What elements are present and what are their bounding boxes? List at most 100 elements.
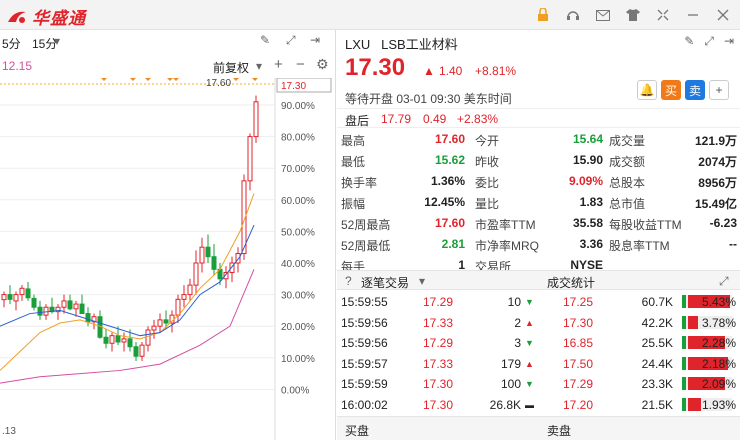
trade-volume: 26.8K <box>489 397 521 412</box>
stat-value: 15.49亿 <box>694 197 737 211</box>
candle-body <box>157 319 163 327</box>
settings-icon[interactable]: ⚙ <box>316 56 329 73</box>
candle-body <box>25 288 31 299</box>
tab-buy-side[interactable]: 买盘 <box>345 422 369 439</box>
pen-icon[interactable]: ✎ <box>684 34 694 49</box>
bottom-bar: 买盘 卖盘 <box>337 416 740 440</box>
event-marker <box>101 78 107 81</box>
stat-volume: 42.2K <box>641 315 673 330</box>
mail-icon[interactable] <box>594 6 612 24</box>
stat-value: -6.23 <box>709 216 737 230</box>
panel-toggle-icon[interactable]: ⇥ <box>310 33 320 47</box>
stat-price: 17.30 <box>563 315 594 330</box>
after-hours-price: 17.79 <box>381 112 412 126</box>
stat-volume: 23.3K <box>641 377 673 391</box>
candle-body <box>211 256 217 270</box>
stat-volume: 25.5K <box>641 336 673 350</box>
question-icon[interactable]: ? <box>345 274 352 288</box>
trade-row: 16:00:02 17.30 26.8K ▬ 17.20 21.5K 1.93% <box>337 395 740 416</box>
trade-time: 16:00:02 <box>341 397 388 412</box>
chevron-down-icon[interactable]: ▾ <box>419 274 425 288</box>
expand-icon[interactable]: ⤢ <box>719 274 729 289</box>
candle-body <box>37 306 43 316</box>
title-bar: 华盛通 <box>0 0 740 30</box>
candle-body <box>73 303 79 310</box>
trade-row: 15:59:56 17.29 3 ▼ 16.85 25.5K 2.28% <box>337 333 740 354</box>
trade-time: 15:59:56 <box>341 315 388 330</box>
panel-toggle-icon[interactable]: ⇥ <box>724 34 734 49</box>
trade-price: 17.29 <box>423 336 454 350</box>
stat-pct: 3.78% <box>701 315 736 330</box>
candle-body <box>127 338 133 348</box>
stat-price: 16.85 <box>563 336 594 350</box>
stat-label: 换手率 <box>341 176 378 190</box>
after-hours-change-pct: +2.83% <box>457 112 499 126</box>
candle-body <box>1 294 7 301</box>
zoom-out-icon[interactable]: − <box>296 56 305 73</box>
fullscreen-icon[interactable]: ⤢ <box>286 33 296 48</box>
stat-value: 1.83 <box>579 195 603 209</box>
stat-price: 17.50 <box>563 356 594 371</box>
stock-name: LSB工业材料 <box>381 37 458 52</box>
stat-label: 市净率MRQ <box>475 239 539 253</box>
lock-icon[interactable] <box>534 6 552 24</box>
down-arrow-icon: ▼ <box>525 297 534 307</box>
stat-label: 委比 <box>475 176 500 190</box>
up-arrow-icon: ▲ <box>525 317 534 328</box>
stat-label: 52周最高 <box>341 218 391 232</box>
stat-label: 股息率TTM <box>609 239 670 253</box>
stat-value: 35.58 <box>572 216 603 230</box>
fullscreen-icon[interactable]: ⤢ <box>704 34 714 49</box>
tab-sell-side[interactable]: 卖盘 <box>547 422 571 439</box>
pct-tick-label: 40.00% <box>281 259 315 270</box>
stat-price: 17.29 <box>563 377 594 391</box>
event-marker <box>145 78 151 81</box>
stat-label: 每股收益TTM <box>609 218 682 232</box>
candle-body <box>67 300 73 310</box>
chevron-down-icon[interactable]: ▾ <box>256 59 262 73</box>
stat-value: 3.36 <box>579 237 603 251</box>
candle-body <box>43 306 49 316</box>
up-arrow-icon: ▲ <box>423 64 435 78</box>
pen-icon[interactable]: ✎ <box>260 33 270 47</box>
pct-tick-label: 0.00% <box>281 385 309 396</box>
stat-label: 市盈率TTM <box>475 218 536 232</box>
stat-label: 今开 <box>475 134 500 148</box>
event-marker <box>130 78 136 81</box>
stat-label: 振幅 <box>341 197 366 211</box>
candle-body <box>151 325 157 331</box>
period-5min[interactable]: 5分 <box>2 35 21 52</box>
stat-volume: 21.5K <box>641 397 673 412</box>
candle-body <box>181 294 187 300</box>
trade-time: 15:59:59 <box>341 377 388 391</box>
candle-body <box>247 136 253 182</box>
stat-row: 52周最低 2.81 市净率MRQ 3.36 股息率TTM -- <box>337 233 740 254</box>
sell-button[interactable]: 卖 <box>685 80 705 100</box>
trade-volume: 100 <box>500 377 521 391</box>
collapse-icon[interactable] <box>654 6 672 24</box>
down-arrow-icon: ▼ <box>525 338 534 348</box>
close-icon[interactable] <box>714 6 732 24</box>
pct-tick-label: 10.00% <box>281 354 315 365</box>
section-header: ? 逐笔交易 ▾ 成交统计 ⤢ <box>337 270 740 290</box>
adjust-select[interactable]: 前复权 <box>213 59 249 76</box>
chevron-down-icon[interactable]: ▾ <box>54 34 60 48</box>
buy-button[interactable]: 买 <box>661 80 681 100</box>
headset-icon[interactable] <box>564 6 582 24</box>
add-watchlist-icon[interactable]: + <box>709 80 729 100</box>
chart-toolbar: 5分 15分 ▾ ✎ ⤢ ⇥ <box>0 30 335 54</box>
trade-volume: 10 <box>507 295 521 309</box>
tab-tick-trades[interactable]: 逐笔交易 <box>361 274 409 291</box>
candlestick-chart[interactable]: 90.00% 80.00% 70.00% 60.00% 50.00% 40.00% 30.0… <box>0 78 336 440</box>
price-axis-label: 17.30 <box>281 81 306 92</box>
shirt-icon[interactable] <box>624 6 642 24</box>
tab-volume-stats[interactable]: 成交统计 <box>547 274 595 291</box>
minimize-icon[interactable] <box>684 6 702 24</box>
after-hours-bar: 盘后 17.79 0.49 +2.83% <box>337 108 740 128</box>
candle-body <box>193 262 199 286</box>
stat-label: 52周最低 <box>341 239 391 253</box>
candle-body <box>199 246 205 264</box>
zoom-in-icon[interactable]: + <box>274 56 283 73</box>
price-change: 1.40 <box>439 64 463 78</box>
bell-icon[interactable]: 🔔 <box>637 80 657 100</box>
